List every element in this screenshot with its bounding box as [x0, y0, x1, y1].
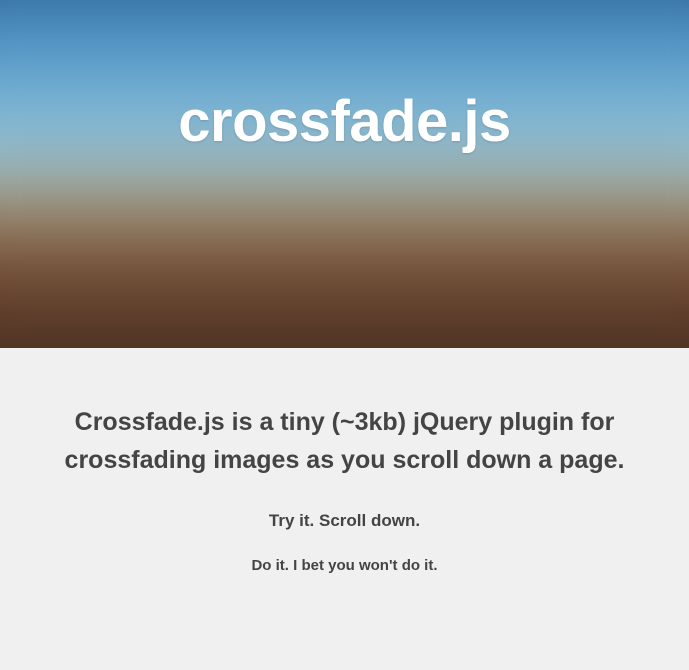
hero-banner: crossfade.js — [0, 0, 689, 348]
content-section: Crossfade.js is a tiny (~3kb) jQuery plu… — [0, 348, 689, 614]
hero-title: crossfade.js — [178, 88, 511, 155]
instruction-primary: Try it. Scroll down. — [50, 511, 639, 531]
instruction-secondary: Do it. I bet you won't do it. — [50, 557, 639, 574]
headline-text: Crossfade.js is a tiny (~3kb) jQuery plu… — [50, 404, 639, 479]
